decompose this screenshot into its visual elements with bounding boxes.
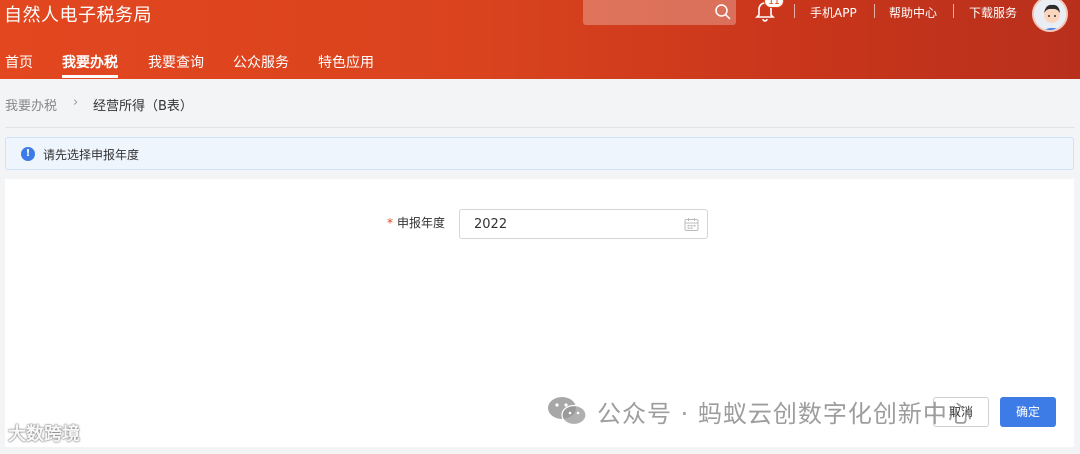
nav-active-indicator — [62, 75, 118, 78]
breadcrumb-divider — [5, 127, 1075, 128]
notification-badge: 11 — [764, 0, 784, 8]
nav-query[interactable]: 我要查询 — [148, 52, 204, 72]
nav-public-service[interactable]: 公众服务 — [233, 52, 289, 72]
nav-featured-apps[interactable]: 特色应用 — [318, 52, 374, 72]
year-label-text: 申报年度 — [397, 216, 446, 230]
breadcrumb: 我要办税 › 经营所得（B表） — [0, 80, 1080, 126]
nav-handle-tax[interactable]: 我要办税 — [62, 52, 118, 72]
info-icon: ! — [21, 147, 35, 161]
user-avatar-icon — [1034, 0, 1066, 30]
confirm-button[interactable]: 确定 — [1000, 397, 1056, 427]
watermark-left: 大数跨境 — [8, 424, 80, 445]
link-mobile-app[interactable]: 手机APP — [810, 4, 857, 21]
search-icon[interactable] — [714, 3, 732, 21]
nav-home[interactable]: 首页 — [5, 52, 33, 72]
required-mark: * — [387, 216, 393, 230]
breadcrumb-item-handle-tax[interactable]: 我要办税 — [5, 95, 57, 114]
year-picker[interactable]: 2022 — [459, 209, 708, 239]
link-download-service[interactable]: 下载服务 — [969, 4, 1017, 21]
link-help-center[interactable]: 帮助中心 — [889, 4, 937, 21]
header-separator — [794, 4, 795, 18]
alert-text: 请先选择申报年度 — [43, 148, 140, 162]
year-value[interactable]: 2022 — [474, 217, 507, 232]
search-box[interactable] — [583, 0, 736, 25]
site-title[interactable]: 自然人电子税务局 — [4, 1, 152, 27]
top-header: 自然人电子税务局 11 手机APP 帮助中心 下载服务 首页 我要办税 我要查询… — [0, 0, 1080, 79]
breadcrumb-item-current: 经营所得（B表） — [93, 99, 193, 114]
chevron-right-icon: › — [73, 95, 79, 110]
calendar-icon[interactable] — [684, 217, 699, 232]
info-alert: ! 请先选择申报年度 — [5, 137, 1074, 170]
avatar[interactable] — [1032, 0, 1068, 32]
wechat-icon — [548, 397, 587, 426]
header-separator — [874, 4, 875, 18]
search-input[interactable] — [583, 0, 708, 25]
year-label: * 申报年度 — [387, 214, 445, 231]
watermark-right: 公众号 · 蚂蚁云创数字化创新中心 — [597, 400, 973, 428]
header-separator — [953, 4, 954, 18]
